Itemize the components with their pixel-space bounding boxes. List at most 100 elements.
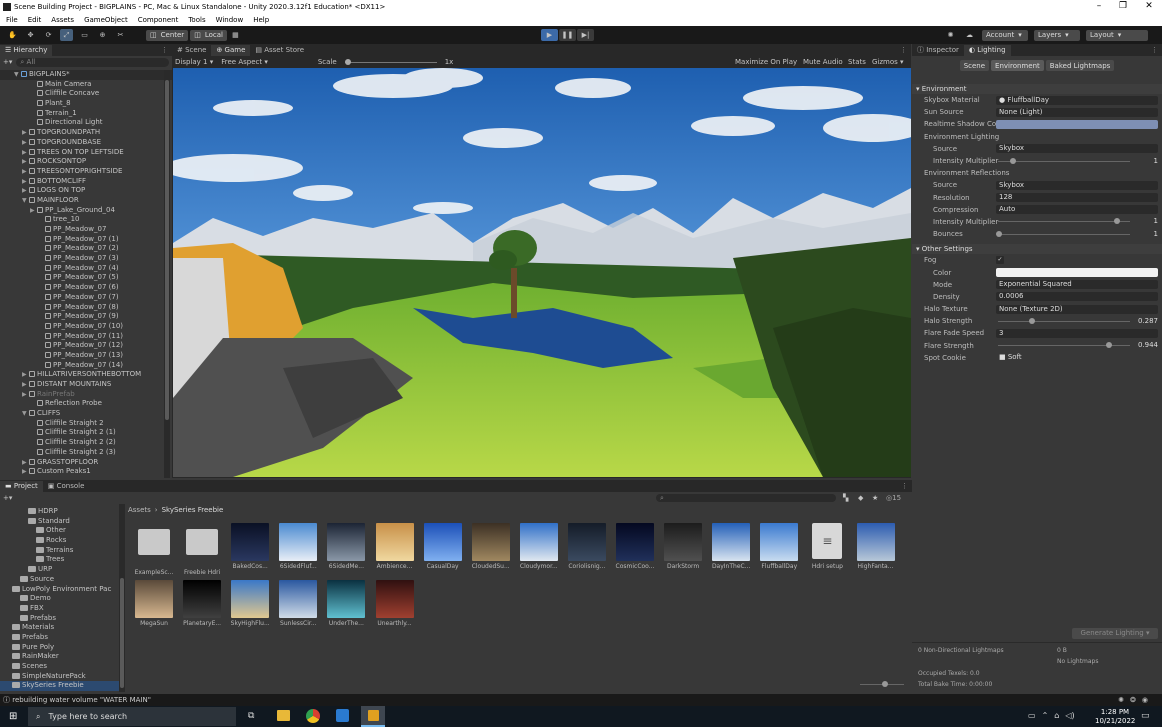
breadcrumb-current[interactable]: SkySeries Freebie [162, 506, 224, 514]
hierarchy-item[interactable]: PP_Meadow_07 [0, 225, 172, 235]
spot-cookie-field[interactable]: ■ Soft [996, 353, 1158, 362]
sun-source-field[interactable]: None (Light) [996, 107, 1158, 117]
debug-icon[interactable]: ✺ [1118, 696, 1130, 704]
hierarchy-item[interactable]: ▶ PP_Lake_Ground_04 [0, 206, 172, 216]
pivot-center-button[interactable]: ◫ Center [146, 29, 189, 41]
more-options-icon[interactable]: ⋮ [1151, 46, 1158, 54]
compression-dropdown[interactable]: Auto [996, 205, 1158, 215]
cloud-icon[interactable]: ☁ [963, 29, 976, 41]
menu-file[interactable]: File [6, 16, 18, 24]
stats-toggle[interactable]: Stats [848, 58, 866, 66]
expand-arrow-icon[interactable]: ▶ [22, 148, 29, 158]
hierarchy-item[interactable]: Cliffile Straight 2 (2) [0, 438, 172, 448]
hierarchy-item[interactable]: Directional Light [0, 118, 172, 128]
slider-knob[interactable] [1010, 157, 1016, 164]
environment-header[interactable]: ▾ Environment [912, 84, 1162, 94]
hierarchy-item[interactable]: ▼ BIGPLAINS* [0, 70, 172, 80]
hierarchy-item[interactable]: ▶ Custom Peaks1 [0, 467, 172, 477]
expand-arrow-icon[interactable]: ▶ [22, 128, 29, 138]
hierarchy-item[interactable]: PP_Meadow_07 (10) [0, 322, 172, 332]
hierarchy-item[interactable]: Main Camera [0, 80, 172, 90]
hierarchy-item[interactable]: PP_Meadow_07 (3) [0, 254, 172, 264]
display-dropdown[interactable]: Display 1 ▾ [175, 58, 213, 66]
expand-arrow-icon[interactable]: ▶ [22, 138, 29, 148]
asset-item[interactable]: 6SidedFluf... [276, 523, 320, 570]
scrollbar-thumb[interactable] [165, 80, 169, 420]
hierarchy-search-input[interactable]: ⌕ All [16, 57, 169, 67]
menu-assets[interactable]: Assets [51, 16, 74, 24]
maximize-icon[interactable]: ❐ [1112, 1, 1134, 13]
lighting-icon[interactable]: ◉ [1142, 696, 1154, 704]
hierarchy-item[interactable]: PP_Meadow_07 (1) [0, 235, 172, 245]
asset-item[interactable]: CosmicCoo... [613, 523, 657, 570]
bounces-slider[interactable]: 1 [996, 230, 1158, 239]
hierarchy-item[interactable]: ▶ ROCKSONTOP [0, 157, 172, 167]
folder-tree-item[interactable]: Source [0, 575, 120, 585]
expand-arrow-icon[interactable]: ▶ [22, 370, 29, 380]
hierarchy-item[interactable]: PP_Meadow_07 (9) [0, 312, 172, 322]
hidden-count[interactable]: ◎15 [886, 494, 901, 502]
slider-knob[interactable] [344, 58, 351, 65]
tab-project[interactable]: ▬ Project [0, 480, 43, 492]
bake-icon[interactable]: ❂ [1130, 696, 1142, 704]
hierarchy-item[interactable]: PP_Meadow_07 (6) [0, 283, 172, 293]
hierarchy-item[interactable]: ▶ TOPGROUNDPATH [0, 128, 172, 138]
asset-item[interactable]: ≡ Hdri setup [805, 523, 849, 570]
project-search-input[interactable]: ⌕ [656, 494, 836, 502]
hierarchy-item[interactable]: ▶ BOTTOMCLIFF [0, 177, 172, 187]
transform-tool-icon[interactable]: ⊕ [96, 29, 109, 41]
flare-strength-value[interactable]: 0.944 [1134, 341, 1158, 349]
hierarchy-item[interactable]: PP_Meadow_07 (14) [0, 361, 172, 371]
status-message[interactable]: rebuilding water volume "WATER MAIN" [12, 696, 151, 704]
folder-tree-item[interactable]: Prefabs [0, 633, 120, 643]
file-explorer-icon[interactable] [277, 710, 290, 721]
aspect-dropdown[interactable]: Free Aspect ▾ [221, 58, 268, 66]
flare-fade-input[interactable]: 3 [996, 328, 1158, 338]
collab-icon[interactable]: ✺ [944, 29, 957, 41]
asset-item[interactable]: PlanetaryE... [180, 580, 224, 627]
folder-tree-item[interactable]: SkySeries Freebie [0, 681, 120, 692]
hierarchy-item[interactable]: ▼ CLIFFS [0, 409, 172, 419]
minimize-icon[interactable]: – [1088, 1, 1110, 13]
asset-item[interactable]: CloudedSu... [469, 523, 513, 570]
more-options-icon[interactable]: ⋮ [161, 46, 168, 54]
tab-inspector[interactable]: ⓘ Inspector [912, 45, 964, 56]
asset-item[interactable]: Coriolisnig... [565, 523, 609, 570]
skybox-material-field[interactable]: ● FluffballDay [996, 95, 1158, 105]
custom-tool-icon[interactable]: ✂ [114, 29, 127, 41]
folder-tree-item[interactable]: Other [0, 526, 120, 536]
expand-arrow-icon[interactable]: ▶ [22, 467, 29, 477]
reflection-intensity-value[interactable]: 1 [1134, 217, 1158, 225]
asset-item[interactable]: Unearthly... [373, 580, 417, 627]
folder-tree-item[interactable]: Prefabs [0, 614, 120, 624]
lighting-source-dropdown[interactable]: Skybox [996, 144, 1158, 154]
hierarchy-item[interactable]: ▶ RainPrefab [0, 390, 172, 400]
hierarchy-item[interactable]: ▶ TREES ON TOP LEFTSIDE [0, 148, 172, 158]
asset-item[interactable]: Cloudymor... [517, 523, 561, 570]
asset-item[interactable]: HighFanta... [854, 523, 898, 570]
folder-tree-item[interactable]: Materials [0, 623, 120, 633]
asset-item[interactable]: Freebie Hdri [180, 523, 224, 576]
halo-strength-value[interactable]: 0.287 [1134, 317, 1158, 325]
asset-item[interactable]: FluffballDay [757, 523, 801, 570]
folder-tree-item[interactable]: SimpleNaturePack [0, 672, 120, 682]
folder-tree-item[interactable]: Demo [0, 594, 120, 604]
fog-density-input[interactable]: 0.0006 [996, 292, 1158, 302]
shadow-color-swatch[interactable] [996, 119, 1158, 129]
menu-gameobject[interactable]: GameObject [84, 16, 128, 24]
hierarchy-item[interactable]: PP_Meadow_07 (13) [0, 351, 172, 361]
task-view-icon[interactable]: ⧉ [248, 711, 254, 721]
folder-tree-item[interactable]: LowPoly Environment Pac [0, 585, 120, 595]
volume-icon[interactable]: ◁) [1065, 711, 1074, 720]
hand-tool-icon[interactable]: ✋ [6, 29, 19, 41]
hierarchy-item[interactable]: PP_Meadow_07 (2) [0, 244, 172, 254]
hierarchy-item[interactable]: PP_Meadow_07 (4) [0, 264, 172, 274]
hierarchy-item[interactable]: PP_Meadow_07 (5) [0, 273, 172, 283]
step-button[interactable]: ▶| [577, 29, 594, 41]
hierarchy-item[interactable]: ▶ DISTANT MOUNTAINS [0, 380, 172, 390]
expand-arrow-icon[interactable]: ▶ [22, 157, 29, 167]
hierarchy-item[interactable]: ▶ GRASSTOPFLOOR [0, 458, 172, 468]
hierarchy-item[interactable]: ▶ HILLATRIVERSONTHEBOTTOM [0, 370, 172, 380]
chevron-up-icon[interactable]: ⌃ [1042, 711, 1049, 720]
folder-tree-item[interactable]: Scenes [0, 662, 120, 672]
